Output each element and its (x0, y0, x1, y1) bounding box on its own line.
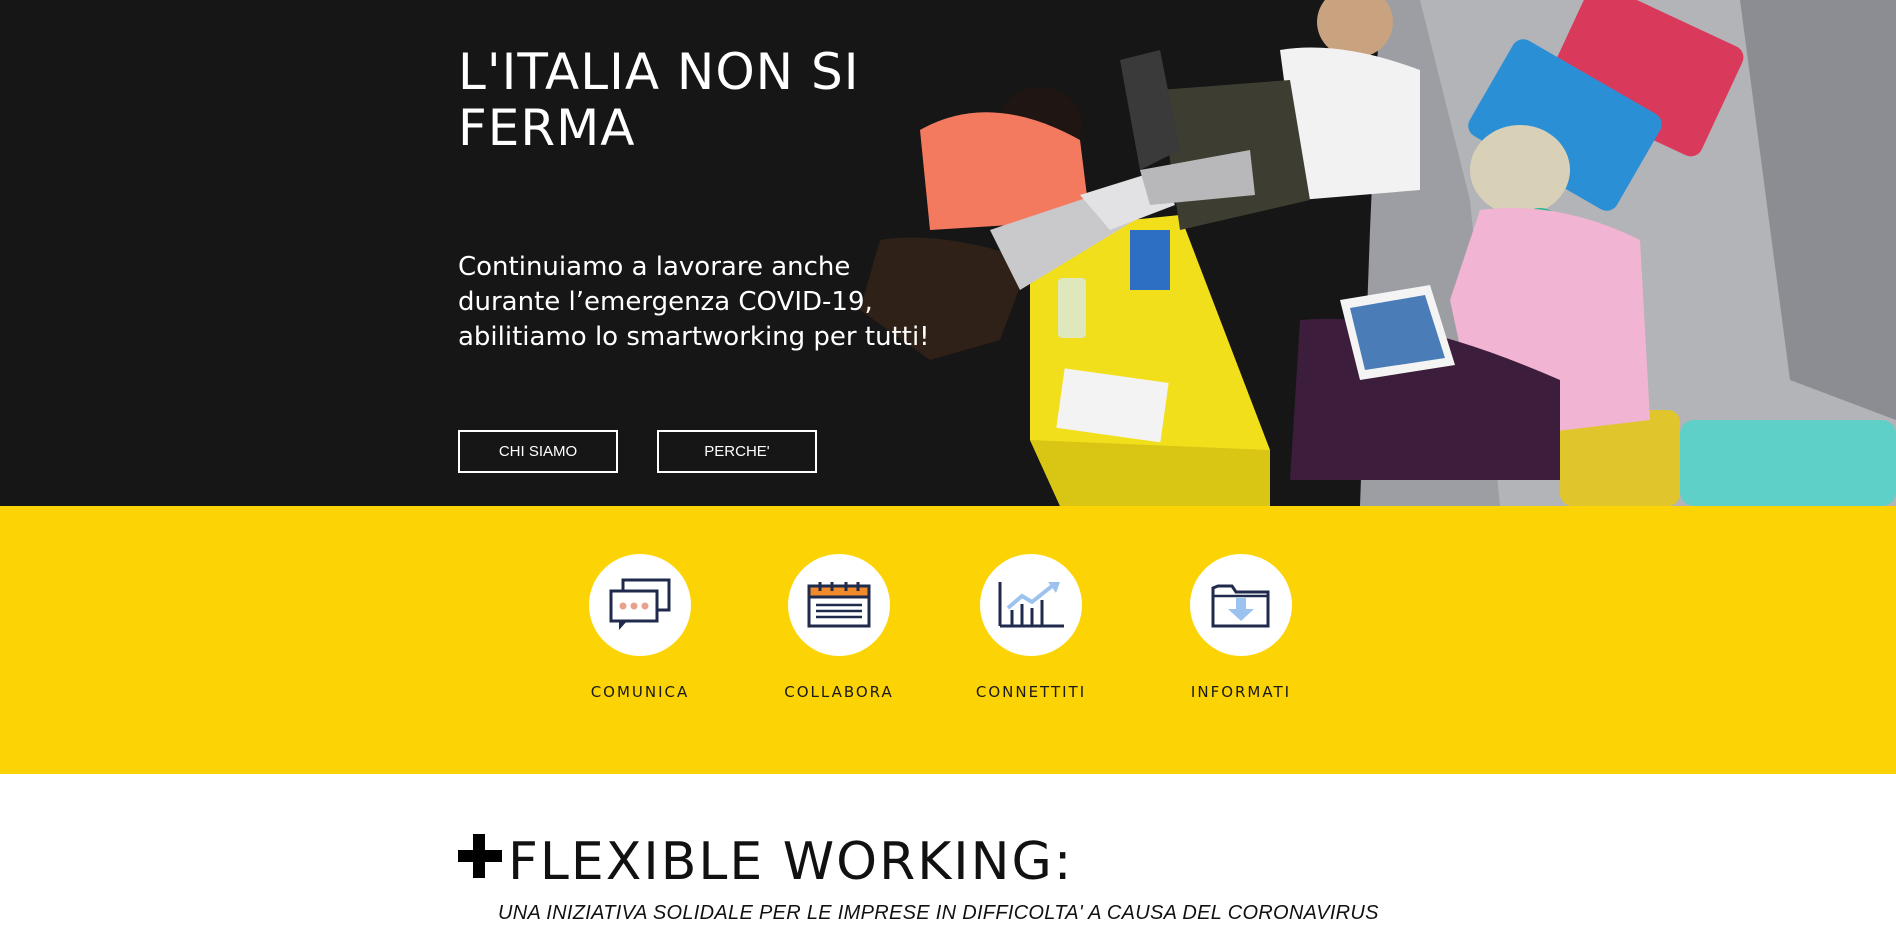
hero-subtitle: Continuiamo a lavorare anche durante l’e… (458, 252, 930, 352)
feature-comunica[interactable]: COMUNICA (570, 554, 710, 701)
section-title: FLEXIBLE WORKING: (508, 832, 1074, 892)
plus-icon (458, 834, 502, 878)
growth-chart-icon (998, 582, 1064, 628)
feature-circle (1190, 554, 1292, 656)
chat-bubbles-icon (609, 578, 671, 630)
feature-collabora[interactable]: COLLABORA (769, 554, 909, 701)
feature-label: COLLABORA (784, 683, 894, 701)
feature-label: CONNETTITI (975, 683, 1087, 701)
feature-connettiti[interactable]: CONNETTITI (961, 554, 1101, 701)
feature-circle (980, 554, 1082, 656)
folder-download-icon (1211, 584, 1270, 628)
hero-section: L'ITALIA NON SI FERMA Continuiamo a lavo… (0, 0, 1896, 506)
section-heading: FLEXIBLE WORKING: (458, 832, 1073, 892)
feature-circle (589, 554, 691, 656)
section-subtitle: UNA INIZIATIVA SOLIDALE PER LE IMPRESE I… (498, 902, 1379, 924)
features-band: COMUNICA COLLABORA CONNETTITI INFORMATI (0, 506, 1896, 774)
feature-label: INFORMATI (1190, 683, 1292, 701)
calendar-icon (807, 582, 871, 628)
hero-title: L'ITALIA NON SI FERMA (458, 43, 860, 157)
chi-siamo-button[interactable]: CHI SIAMO (458, 430, 618, 473)
perche-button[interactable]: PERCHE' (657, 430, 817, 473)
feature-circle (788, 554, 890, 656)
feature-label: COMUNICA (590, 683, 690, 701)
feature-informati[interactable]: INFORMATI (1171, 554, 1311, 701)
